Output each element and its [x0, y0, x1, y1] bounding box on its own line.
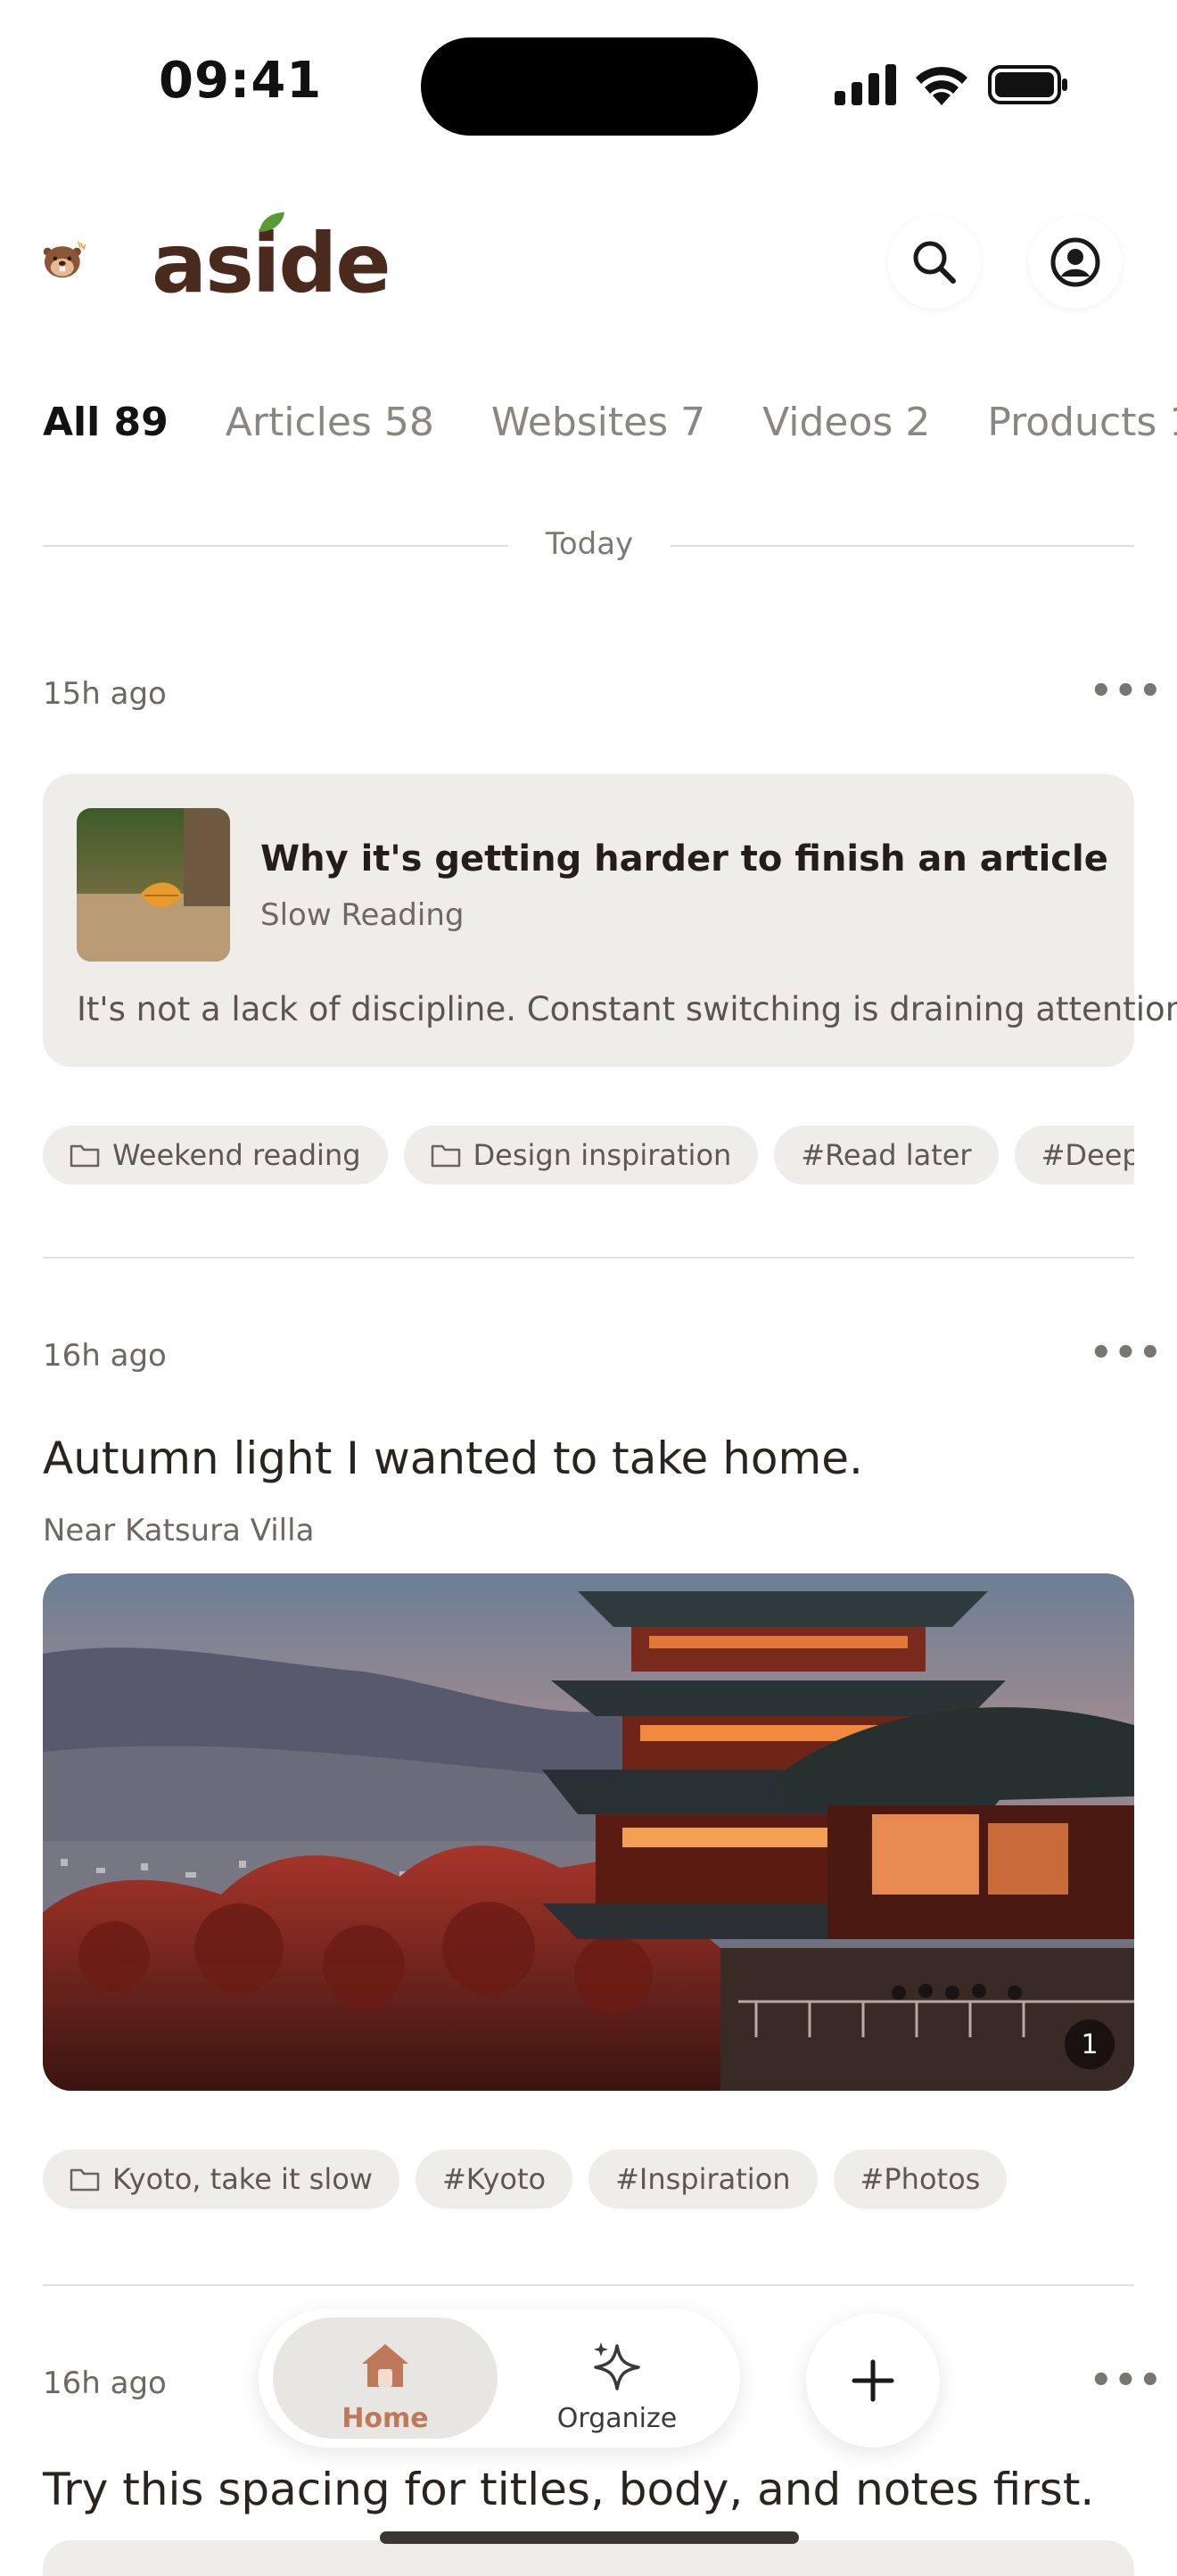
filter-tabs: All 89 Articles 58 Websites 7 Videos 2 P… [43, 400, 1177, 445]
battery-icon [988, 65, 1067, 104]
add-button[interactable] [806, 2314, 940, 2448]
leaf-icon [259, 212, 285, 232]
card-peek [43, 2540, 1134, 2576]
home-icon [362, 2344, 408, 2387]
nav-organize-label[interactable]: Organize [528, 2403, 706, 2434]
article-thumbnail [77, 808, 230, 962]
app-logo-text: aside [152, 216, 391, 311]
tag-chip[interactable]: #Photos [833, 2150, 1008, 2209]
beaver-logo-icon [43, 241, 86, 278]
item-time: 15h ago [43, 676, 167, 712]
chip-label: #Read later [801, 1138, 972, 1172]
photo-count-badge: 1 [1065, 2019, 1115, 2069]
post-title: Autumn light I wanted to take home. [43, 1432, 863, 1484]
chip-label: Kyoto, take it slow [112, 2162, 373, 2196]
chip-label: Weekend reading [112, 1138, 361, 1172]
chip-label: Design inspiration [473, 1138, 732, 1172]
plus-icon [852, 2359, 894, 2402]
status-time: 09:41 [159, 52, 323, 110]
tab-websites[interactable]: Websites 7 [491, 400, 705, 445]
divider-line-right [671, 545, 1134, 547]
item-time: 16h ago [43, 1338, 167, 1374]
search-button[interactable] [888, 216, 981, 309]
item-separator [43, 1257, 1134, 1259]
nav-home-label: Home [342, 2403, 429, 2434]
wifi-icon [916, 66, 967, 105]
date-divider-label: Today [545, 526, 634, 562]
home-indicator [380, 2531, 799, 2544]
collection-chip[interactable]: Weekend reading [43, 1126, 388, 1185]
post-location: Near Katsura Villa [43, 1513, 315, 1548]
collection-chip[interactable]: Kyoto, take it slow [43, 2150, 399, 2209]
tab-videos[interactable]: Videos 2 [762, 400, 930, 445]
folder-icon [70, 2168, 100, 2192]
chip-label: #Kyoto [441, 2162, 547, 2196]
divider-line-left [43, 545, 508, 547]
folder-icon [70, 1144, 100, 1168]
article-description: It's not a lack of discipline. Constant … [77, 990, 1177, 1028]
tag-chip[interactable]: #Kyoto [415, 2150, 573, 2209]
tab-all[interactable]: All 89 [43, 400, 169, 445]
article-title: Why it's getting harder to finish an art… [260, 838, 1108, 879]
tag-chip[interactable]: #Read later [774, 1126, 999, 1185]
more-options-icon[interactable]: ••• [1090, 1333, 1164, 1374]
folder-icon [431, 1144, 460, 1168]
tag-chip[interactable]: #Inspiration [588, 2150, 818, 2209]
tag-row: Kyoto, take it slow #Kyoto #Inspiration … [43, 2150, 1134, 2212]
sparkle-icon[interactable] [590, 2339, 644, 2392]
tab-products[interactable]: Products 1 [987, 400, 1177, 445]
chip-label: #Inspiration [615, 2162, 791, 2196]
post-title: Try this spacing for titles, body, and n… [43, 2464, 1095, 2515]
more-options-icon[interactable]: ••• [1090, 671, 1164, 712]
tag-chip[interactable]: #Deep reading [1014, 1126, 1134, 1185]
more-options-icon[interactable]: ••• [1090, 2360, 1164, 2401]
tag-row: Weekend reading Design inspiration #Read… [43, 1126, 1134, 1188]
cellular-signal-icon [835, 64, 896, 105]
post-photo[interactable] [43, 1573, 1134, 2091]
chip-label: #Deep reading [1041, 1138, 1134, 1172]
chip-label: #Photos [860, 2162, 981, 2196]
tab-articles[interactable]: Articles 58 [226, 400, 434, 445]
item-time: 16h ago [43, 2365, 167, 2401]
search-icon [913, 241, 956, 284]
item-separator [43, 2284, 1134, 2286]
dynamic-island [421, 37, 758, 136]
article-source: Slow Reading [260, 897, 465, 933]
profile-button[interactable] [1029, 216, 1122, 309]
collection-chip[interactable]: Design inspiration [403, 1126, 759, 1185]
account-icon [1050, 237, 1100, 287]
